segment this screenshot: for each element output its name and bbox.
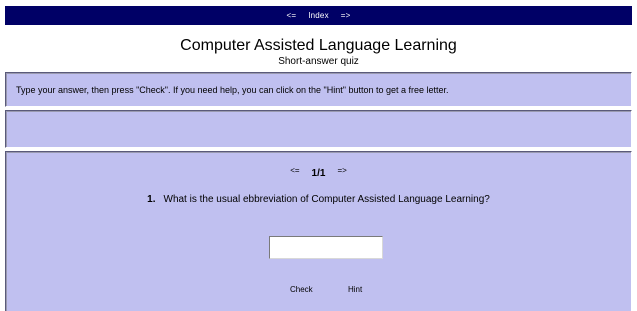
- feedback-panel: [5, 110, 632, 148]
- check-button[interactable]: Check: [290, 285, 313, 294]
- question-line: 1. What is the usual ebbreviation of Comp…: [6, 194, 631, 205]
- hint-button[interactable]: Hint: [348, 285, 362, 294]
- question-next-button[interactable]: =>: [337, 166, 346, 175]
- instructions-panel: Type your answer, then press "Check". If…: [5, 72, 632, 107]
- quiz-page: <= Index => Computer Assisted Language L…: [0, 0, 637, 311]
- question-counter: 1/1: [311, 168, 326, 179]
- nav-prev-link[interactable]: <=: [286, 11, 296, 20]
- nav-next-link[interactable]: =>: [341, 11, 351, 20]
- page-title: Computer Assisted Language Learning: [180, 37, 457, 54]
- question-number: 1.: [147, 194, 156, 205]
- page-subtitle: Short-answer quiz: [278, 56, 359, 67]
- top-nav-bar: <= Index =>: [5, 6, 632, 25]
- question-panel: <= 1/1 => 1. What is the usual ebbreviati…: [5, 151, 632, 311]
- question-text: What is the usual ebbreviation of Comput…: [163, 194, 490, 205]
- question-navigation: <= 1/1 =>: [6, 165, 631, 179]
- answer-input[interactable]: [269, 236, 383, 259]
- question-prev-button[interactable]: <=: [290, 166, 299, 175]
- instructions-text: Type your answer, then press "Check". If…: [16, 84, 449, 95]
- nav-index-link[interactable]: Index: [308, 11, 329, 20]
